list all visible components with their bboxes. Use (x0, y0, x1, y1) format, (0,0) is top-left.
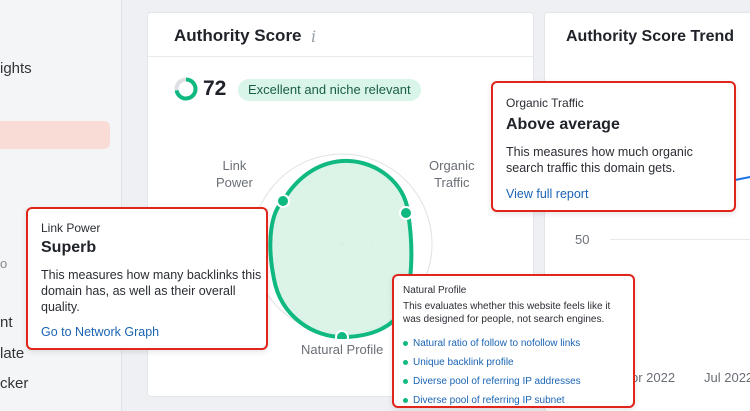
score-badge: Excellent and niche relevant (238, 79, 421, 101)
radar-area (268, 158, 414, 339)
radar-point-organic-traffic[interactable] (399, 206, 413, 220)
green-dot-icon (403, 360, 408, 365)
trend-gridline (610, 239, 750, 240)
radar-point-link-power[interactable] (276, 194, 290, 208)
green-dot-icon (403, 379, 408, 384)
score-value: 72 (203, 77, 227, 100)
sidebar-item[interactable]: ights (0, 60, 32, 77)
popover-headline: Above average (506, 116, 620, 133)
list-item[interactable]: Diverse pool of referring IP subnet (403, 391, 581, 410)
view-full-report-link[interactable]: View full report (506, 187, 588, 201)
axis-label-link-power: Link Power (216, 158, 253, 190)
sidebar-item[interactable]: cker (0, 375, 28, 392)
organic-traffic-popover: Organic Traffic Above average This measu… (491, 81, 736, 212)
trend-title: Authority Score Trend (566, 28, 735, 45)
sidebar-item[interactable]: late (0, 345, 24, 362)
popover-body: This evaluates whether this website feel… (403, 301, 611, 325)
link-power-popover: Link Power Superb This measures how many… (26, 207, 268, 350)
list-item[interactable]: Unique backlink profile (403, 353, 581, 372)
card-title: Authority Score (174, 26, 302, 45)
go-to-network-graph-link[interactable]: Go to Network Graph (41, 325, 159, 339)
popover-headline: Superb (41, 239, 97, 256)
trend-x-tick: pr 2022 (631, 370, 676, 385)
list-item[interactable]: Diverse pool of referring IP addresses (403, 372, 581, 391)
trend-y-tick: 50 (575, 232, 590, 247)
score-ring-icon (174, 77, 198, 101)
green-dot-icon (403, 398, 408, 403)
popover-body: This measures how much organic search tr… (506, 145, 693, 175)
trend-x-tick: Jul 2022 (704, 370, 750, 385)
list-item[interactable]: Natural ratio of follow to nofollow link… (403, 334, 581, 353)
green-dot-icon (403, 341, 408, 346)
popover-label: Organic Traffic (506, 96, 584, 110)
popover-label: Link Power (41, 221, 101, 235)
popover-label: Natural Profile (403, 285, 467, 296)
natural-profile-popover: Natural Profile This evaluates whether t… (392, 274, 635, 408)
sidebar-active-item[interactable] (0, 121, 110, 149)
popover-body: This measures how many backlinks this do… (41, 268, 262, 314)
sidebar-item[interactable]: nt (0, 314, 13, 331)
sidebar-item[interactable]: o (0, 256, 7, 271)
natural-profile-list: Natural ratio of follow to nofollow link… (403, 334, 581, 410)
radar-point-natural-profile[interactable] (335, 330, 349, 339)
card-header: Authority Score i (148, 13, 533, 57)
info-icon[interactable]: i (311, 27, 316, 46)
axis-label-natural-profile: Natural Profile (301, 342, 384, 357)
